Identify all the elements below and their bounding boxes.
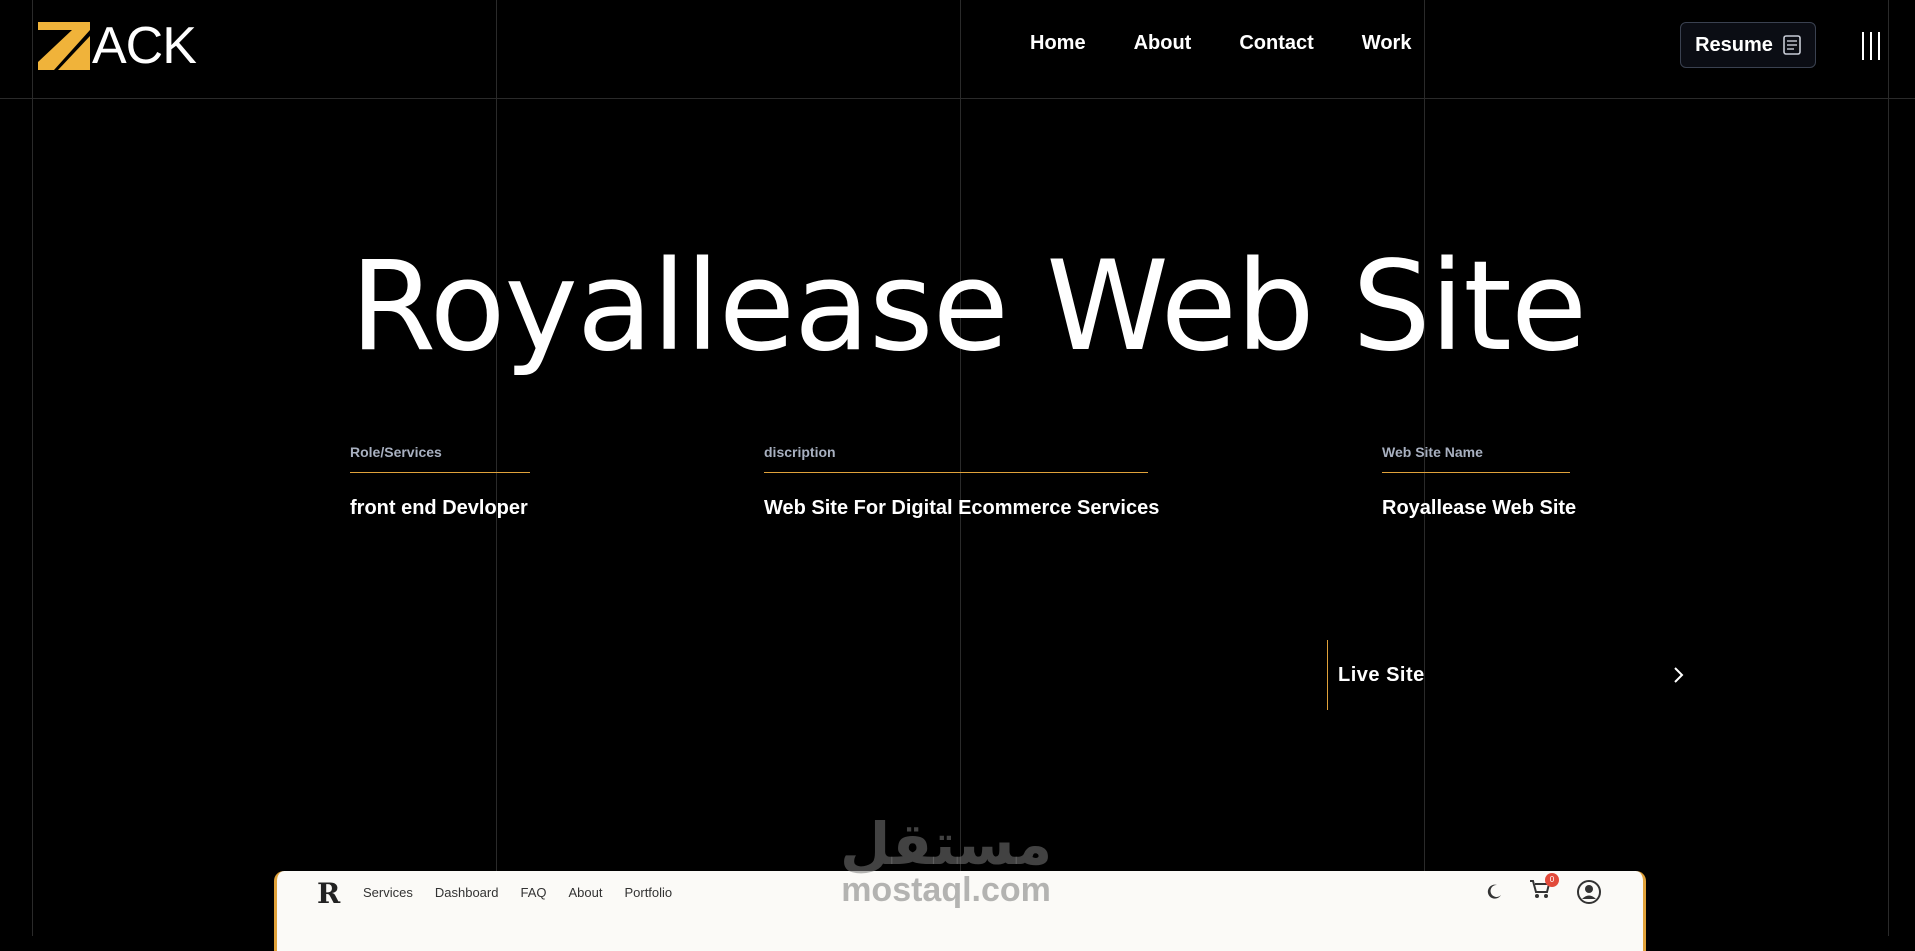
live-site-link[interactable]: Live Site [1327, 640, 1692, 710]
menu-icon[interactable] [1860, 32, 1882, 60]
preview-nav-item: About [568, 885, 603, 900]
preview-nav-item: Services [363, 885, 413, 900]
detail-role-label: Role/Services [350, 444, 530, 473]
cart-badge: 0 [1545, 873, 1559, 887]
resume-button[interactable]: Resume [1680, 22, 1816, 68]
logo-text: ACK [92, 17, 197, 75]
nav-home[interactable]: Home [1030, 32, 1086, 55]
detail-role-value: front end Devloper [350, 497, 528, 519]
resume-label: Resume [1695, 33, 1773, 56]
document-icon [1783, 35, 1801, 55]
preview-nav-item: Portfolio [624, 885, 673, 900]
project-title: Royallease Web Site [350, 235, 1587, 379]
nav-work[interactable]: Work [1362, 32, 1412, 55]
watermark-latin: mostaql.com [841, 871, 1051, 909]
grid-line [1888, 0, 1889, 936]
preview-nav-item: FAQ [520, 885, 547, 900]
detail-site-name: Web Site Name Royallease Web Site [1382, 444, 1576, 520]
detail-description-label: discription [764, 444, 1148, 473]
main-nav: Home About Contact Work [1030, 32, 1411, 55]
preview-nav: Services Dashboard FAQ About Portfolio [363, 885, 672, 900]
preview-icons: 0 [1485, 873, 1601, 904]
preview-nav-item: Dashboard [434, 885, 499, 900]
chevron-right-icon [1674, 667, 1684, 683]
cart: 0 [1529, 873, 1559, 904]
detail-site-name-label: Web Site Name [1382, 444, 1570, 473]
preview-logo-icon: R [317, 877, 341, 910]
site-logo[interactable]: ACK [38, 17, 197, 75]
grid-line [32, 0, 33, 936]
watermark: مستقل mostaql.com [840, 815, 1052, 907]
nav-about[interactable]: About [1134, 32, 1192, 55]
nav-contact[interactable]: Contact [1239, 32, 1313, 55]
logo-z-mark [38, 22, 90, 70]
live-site-label: Live Site [1338, 663, 1425, 686]
moon-icon [1487, 884, 1501, 899]
detail-role: Role/Services front end Devloper [350, 444, 530, 520]
detail-description-value: Web Site For Digital Ecommerce Services [764, 497, 1160, 519]
watermark-arabic: مستقل [840, 810, 1053, 878]
detail-description: discription Web Site For Digital Ecommer… [764, 444, 1159, 520]
header-divider [0, 98, 1915, 99]
user-avatar-icon [1577, 879, 1601, 904]
detail-site-name-value: Royallease Web Site [1382, 497, 1577, 519]
